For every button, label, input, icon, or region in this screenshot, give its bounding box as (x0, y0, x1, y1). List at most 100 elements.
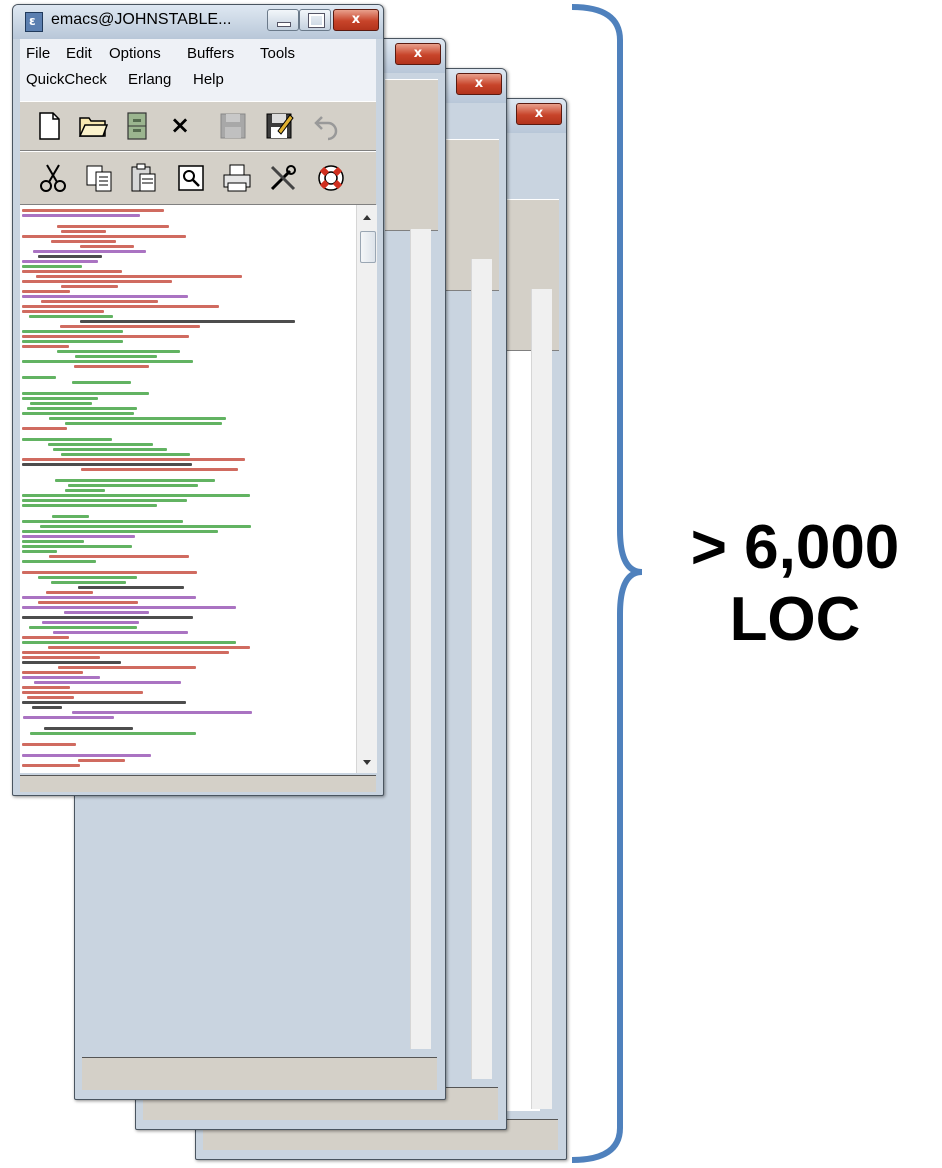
copy-icon[interactable] (84, 163, 114, 193)
code-line (22, 499, 187, 502)
code-line (22, 463, 192, 466)
curly-brace (571, 4, 643, 1163)
help-lifebuoy-icon[interactable] (316, 163, 346, 193)
new-file-icon[interactable] (34, 111, 64, 141)
scroll-up-arrow[interactable] (363, 215, 371, 220)
code-line (22, 530, 218, 533)
undo-icon (314, 116, 338, 141)
code-line (22, 260, 98, 263)
code-line (22, 651, 229, 654)
code-line (22, 754, 151, 757)
code-line (22, 265, 82, 268)
code-line (22, 295, 188, 298)
maximize-button[interactable] (299, 9, 331, 31)
code-line (72, 381, 131, 384)
code-line (72, 711, 252, 714)
code-line (48, 646, 250, 649)
loc-count: > 6,000 (690, 513, 900, 582)
code-line (38, 601, 138, 604)
scrollbar[interactable] (531, 289, 552, 1109)
file-cabinet-icon[interactable] (122, 111, 152, 141)
scroll-thumb[interactable] (360, 231, 376, 263)
menu-file[interactable]: File (26, 45, 50, 62)
code-line (58, 666, 196, 669)
menu-erlang[interactable]: Erlang (128, 71, 171, 88)
code-line (29, 315, 113, 318)
save-disk-icon (220, 113, 246, 139)
code-line (57, 350, 180, 353)
menu-options[interactable]: Options (109, 45, 161, 62)
code-line (22, 494, 250, 497)
code-line (61, 453, 190, 456)
preferences-tools-icon[interactable] (268, 163, 298, 193)
code-line (75, 355, 157, 358)
minimize-button[interactable] (267, 9, 299, 31)
code-line (61, 285, 118, 288)
loc-annotation: > 6,000 LOC (655, 512, 935, 656)
code-line (78, 586, 184, 589)
code-line (22, 458, 245, 461)
scrollbar[interactable] (471, 259, 492, 1079)
code-line (22, 606, 236, 609)
cut-scissors-icon[interactable] (38, 163, 68, 193)
code-line (22, 392, 149, 395)
close-button[interactable]: x (456, 73, 502, 95)
code-line (40, 525, 251, 528)
close-button[interactable]: x (516, 103, 562, 125)
code-line (80, 320, 295, 323)
code-line (22, 310, 104, 313)
save-as-icon[interactable] (264, 111, 294, 141)
toolbar-row-1: × (20, 101, 376, 151)
close-x-icon[interactable]: × (170, 111, 190, 139)
menu-buffers[interactable]: Buffers (187, 45, 234, 62)
code-line (30, 732, 196, 735)
code-line (29, 626, 137, 629)
window-title: emacs@JOHNSTABLE... (51, 11, 232, 28)
code-line (44, 727, 133, 730)
menu-edit[interactable]: Edit (66, 45, 92, 62)
code-line (53, 631, 188, 634)
code-line (22, 641, 236, 644)
editor-buffer[interactable] (20, 205, 356, 773)
code-line (22, 540, 84, 543)
scrollbar[interactable] (410, 229, 431, 1049)
loc-unit: LOC (729, 584, 861, 654)
code-line (22, 535, 135, 538)
paste-icon[interactable] (128, 163, 158, 193)
code-line (22, 671, 83, 674)
mode-line (82, 1057, 437, 1090)
code-line (22, 305, 219, 308)
code-line (68, 484, 198, 487)
code-line (22, 335, 189, 338)
emacs-icon: ε (25, 12, 43, 32)
vertical-scrollbar[interactable] (356, 205, 377, 773)
menu-tools[interactable]: Tools (260, 45, 295, 62)
menu-help[interactable]: Help (193, 71, 224, 88)
print-icon[interactable] (222, 163, 252, 193)
toolbar-row-2 (20, 151, 376, 205)
code-line (22, 412, 134, 415)
code-line (22, 656, 100, 659)
code-line (30, 402, 92, 405)
close-button[interactable]: x (333, 9, 379, 31)
scroll-down-arrow[interactable] (363, 760, 371, 765)
code-line (22, 270, 122, 273)
menu-quickcheck[interactable]: QuickCheck (26, 71, 107, 88)
open-folder-icon[interactable] (78, 111, 108, 141)
search-icon[interactable] (176, 163, 206, 193)
code-line (22, 438, 112, 441)
close-button[interactable]: x (395, 43, 441, 65)
code-line (22, 636, 69, 639)
code-line (51, 581, 126, 584)
code-line (22, 545, 132, 548)
code-line (22, 676, 100, 679)
code-line (22, 290, 70, 293)
code-line (22, 691, 143, 694)
code-line (22, 235, 186, 238)
code-line (27, 696, 74, 699)
code-line (23, 716, 114, 719)
code-line (38, 255, 102, 258)
code-line (22, 360, 193, 363)
code-line (22, 397, 98, 400)
code-line (55, 479, 215, 482)
